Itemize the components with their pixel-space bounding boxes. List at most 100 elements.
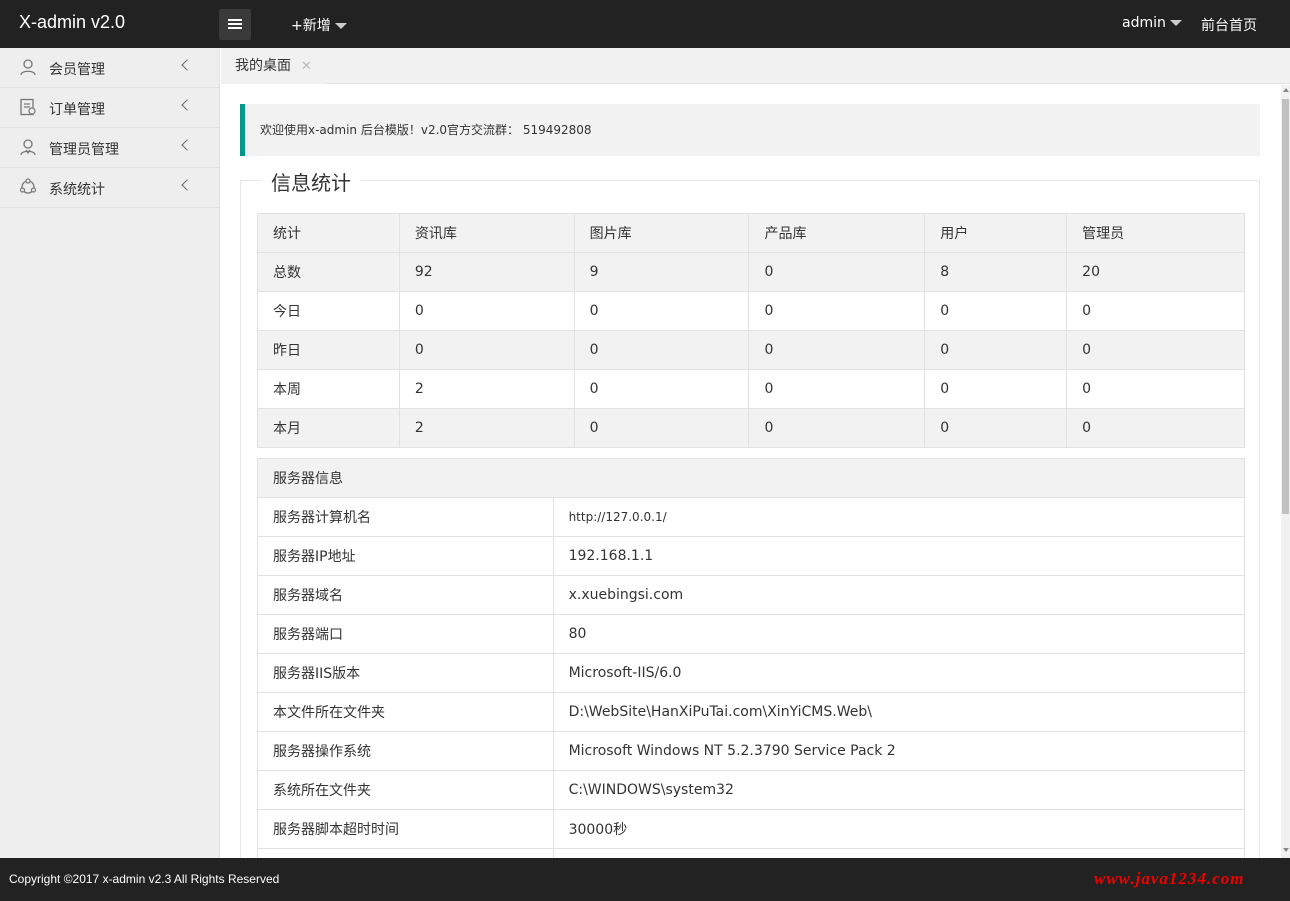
- app-logo[interactable]: X-admin v2.0: [19, 12, 125, 33]
- caret-down-icon: [1169, 20, 1182, 26]
- table-cell: [257, 848, 554, 858]
- table-header-row: 服务器信息: [257, 458, 1245, 498]
- sidebar-item-label: 管理员管理: [49, 142, 119, 158]
- table-cell: 本周: [257, 369, 400, 409]
- table-cell: 服务器脚本超时时间: [257, 809, 554, 849]
- table-cell: 2: [398, 369, 575, 409]
- table-cell: 0: [924, 330, 1068, 370]
- table-row: 昨日 0 0 0 0 0: [257, 330, 1245, 370]
- sidebar-item-label: 会员管理: [49, 62, 105, 78]
- table-row: 服务器域名 x.xuebingsi.com: [257, 575, 1246, 615]
- sidebar-item-system-stats[interactable]: 系统统计: [0, 168, 219, 208]
- table-cell: 0: [748, 291, 926, 331]
- table-cell: 0: [573, 408, 750, 448]
- server-info-table: 服务器信息 服务器计算机名 http://127.0.0.1/ 服务器IP地址 …: [257, 458, 1246, 858]
- table-cell: http://127.0.0.1/: [552, 497, 1246, 537]
- table-cell: 昨日: [257, 330, 400, 370]
- table-cell: 0: [1066, 369, 1245, 409]
- sidebar-item-label: 系统统计: [49, 182, 105, 198]
- table-row: 本文件所在文件夹 D:\WebSite\HanXiPuTai.com\XinYi…: [257, 692, 1246, 732]
- close-icon[interactable]: ✕: [301, 49, 312, 85]
- table-cell: 服务器域名: [257, 575, 554, 615]
- tab-label: 我的桌面: [235, 58, 291, 74]
- sidebar-item-members[interactable]: 会员管理: [0, 48, 219, 88]
- table-cell: 0: [924, 408, 1068, 448]
- frontend-home-link[interactable]: 前台首页: [1201, 15, 1257, 35]
- table-row: 服务器脚本超时时间 30000秒: [257, 809, 1246, 849]
- table-cell: 9: [573, 252, 750, 292]
- sidebar-item-admins[interactable]: 管理员管理: [0, 128, 219, 168]
- table-row: 本周 2 0 0 0 0: [257, 369, 1245, 409]
- table-cell: 0: [1066, 330, 1245, 370]
- tab-my-desktop[interactable]: 我的桌面 ✕: [221, 48, 326, 84]
- column-header: 统计: [257, 213, 400, 253]
- table-cell: 系统所在文件夹: [257, 770, 554, 810]
- table-cell: 0: [748, 252, 926, 292]
- table-header-row: 统计 资讯库 图片库 产品库 用户 管理员: [257, 213, 1245, 253]
- server-info-title: 服务器信息: [257, 458, 1245, 498]
- table-cell: 服务器IIS版本: [257, 653, 554, 693]
- chevron-left-icon: [181, 179, 193, 191]
- chevron-left-icon: [181, 139, 193, 151]
- table-row: 服务器计算机名 http://127.0.0.1/: [257, 497, 1246, 537]
- table-cell: 80: [552, 614, 1246, 654]
- table-row: 今日 0 0 0 0 0: [257, 291, 1245, 331]
- table-cell: Microsoft-IIS/6.0: [552, 653, 1246, 693]
- user-menu[interactable]: admin: [1122, 15, 1182, 31]
- table-cell: D:\WebSite\HanXiPuTai.com\XinYiCMS.Web\: [552, 692, 1246, 732]
- table-cell: x.xuebingsi.com: [552, 575, 1246, 615]
- welcome-banner: 欢迎使用x-admin 后台模版！v2.0官方交流群： 519492808: [240, 104, 1260, 156]
- table-cell: C:\WINDOWS\system32: [552, 770, 1246, 810]
- copyright-text: Copyright ©2017 x-admin v2.3 All Rights …: [9, 872, 280, 886]
- table-cell: 0: [924, 369, 1068, 409]
- watermark-text: www.java1234.com: [1094, 869, 1245, 888]
- table-cell: 服务器IP地址: [257, 536, 554, 576]
- table-cell: 192.168.1.1: [552, 536, 1246, 576]
- column-header: 资讯库: [398, 213, 575, 253]
- top-header: X-admin v2.0 +新增 admin 前台首页: [0, 0, 1290, 48]
- scroll-down-arrow-icon[interactable]: [1283, 848, 1289, 852]
- column-header: 用户: [924, 213, 1068, 253]
- table-cell: 2: [398, 408, 575, 448]
- table-cell: 92: [398, 252, 575, 292]
- column-header: 管理员: [1066, 213, 1245, 253]
- table-row: 服务器IIS版本 Microsoft-IIS/6.0: [257, 653, 1246, 693]
- column-header: 图片库: [573, 213, 750, 253]
- sidebar-item-label: 订单管理: [49, 102, 105, 118]
- table-cell: 0: [573, 369, 750, 409]
- table-cell: 0: [1066, 291, 1245, 331]
- table-cell: 服务器端口: [257, 614, 554, 654]
- table-row: [257, 848, 1246, 858]
- caret-down-icon: [334, 23, 347, 29]
- scrollbar-thumb[interactable]: [1282, 99, 1289, 514]
- table-cell: 本文件所在文件夹: [257, 692, 554, 732]
- menu-toggle-button[interactable]: [219, 9, 251, 40]
- column-header: 产品库: [748, 213, 926, 253]
- table-cell: 0: [398, 291, 575, 331]
- add-new-menu[interactable]: +新增: [291, 15, 347, 35]
- table-row: 本月 2 0 0 0 0: [257, 408, 1245, 448]
- main-content: 欢迎使用x-admin 后台模版！v2.0官方交流群： 519492808 信息…: [221, 85, 1281, 858]
- scroll-up-arrow-icon[interactable]: [1283, 88, 1289, 92]
- add-new-label: +新增: [291, 18, 331, 34]
- table-cell: 0: [573, 330, 750, 370]
- content-scrollbar[interactable]: [1281, 85, 1290, 858]
- stats-table: 统计 资讯库 图片库 产品库 用户 管理员 总数 92 9 0 8 20 今日 …: [257, 213, 1245, 448]
- table-cell: Microsoft Windows NT 5.2.3790 Service Pa…: [552, 731, 1246, 771]
- stats-icon: [19, 178, 37, 194]
- table-cell: 本月: [257, 408, 400, 448]
- table-row: 服务器操作系统 Microsoft Windows NT 5.2.3790 Se…: [257, 731, 1246, 771]
- table-row: 服务器端口 80: [257, 614, 1246, 654]
- section-title: 信息统计: [261, 167, 361, 196]
- footer: Copyright ©2017 x-admin v2.3 All Rights …: [0, 858, 1290, 901]
- sidebar: 会员管理 订单管理 管理员管理 系统统计: [0, 48, 220, 858]
- table-cell: [552, 848, 1246, 858]
- table-cell: 0: [924, 291, 1068, 331]
- sidebar-item-orders[interactable]: 订单管理: [0, 88, 219, 128]
- table-row: 服务器IP地址 192.168.1.1: [257, 536, 1246, 576]
- table-row: 系统所在文件夹 C:\WINDOWS\system32: [257, 770, 1246, 810]
- table-cell: 今日: [257, 291, 400, 331]
- table-row: 总数 92 9 0 8 20: [257, 252, 1245, 292]
- table-cell: 0: [748, 330, 926, 370]
- table-cell: 0: [398, 330, 575, 370]
